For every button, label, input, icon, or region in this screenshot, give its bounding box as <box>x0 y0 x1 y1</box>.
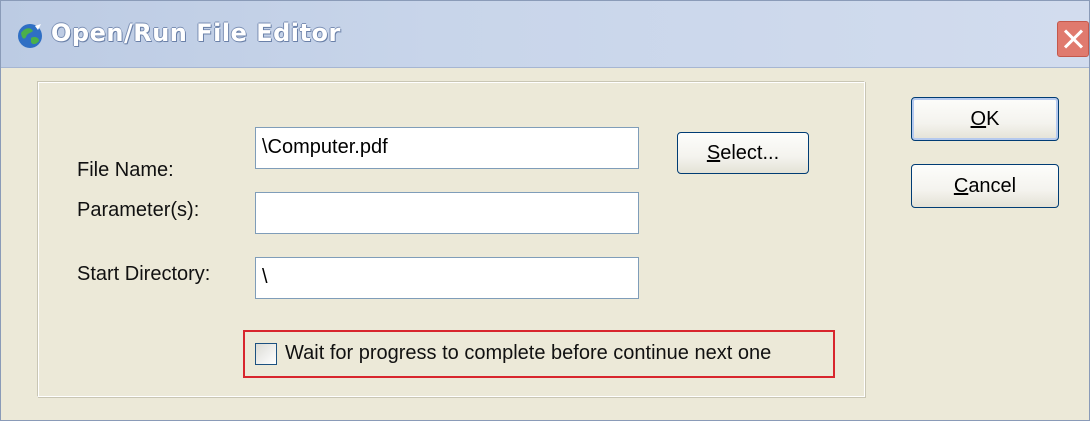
start-directory-label: Start Directory: <box>77 263 211 285</box>
ok-button-mnemonic: O <box>970 108 987 130</box>
parameters-input[interactable] <box>255 192 639 234</box>
start-directory-input[interactable]: \ <box>255 257 639 299</box>
title-bar[interactable]: Open/Run File Editor <box>1 1 1089 68</box>
cancel-button[interactable]: Cancel <box>911 164 1059 208</box>
window-title: Open/Run File Editor <box>51 19 341 47</box>
select-button[interactable]: Select... <box>677 132 809 174</box>
wait-checkbox-label[interactable]: Wait for progress to complete before con… <box>285 342 771 365</box>
file-name-input[interactable]: \Computer.pdf <box>255 127 639 169</box>
app-globe-icon <box>18 24 42 48</box>
file-name-label: File Name: <box>77 159 174 181</box>
wait-checkbox[interactable] <box>255 343 277 365</box>
ok-button[interactable]: OK <box>911 97 1059 141</box>
select-button-mnemonic: S <box>706 142 721 164</box>
ok-button-label: K <box>986 108 1000 130</box>
dialog-window: Open/Run File Editor File Name: \Compute… <box>0 0 1090 421</box>
cancel-button-label: ancel <box>968 175 1017 197</box>
close-icon[interactable] <box>1057 21 1089 57</box>
parameters-label: Parameter(s): <box>77 199 200 221</box>
select-button-label: elect... <box>720 142 780 164</box>
cancel-button-mnemonic: C <box>953 175 969 197</box>
